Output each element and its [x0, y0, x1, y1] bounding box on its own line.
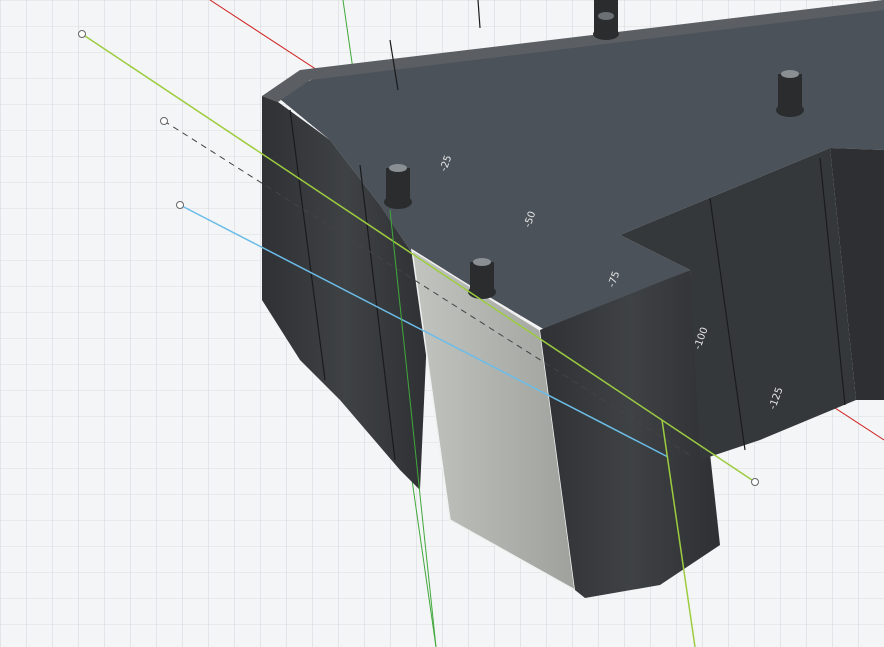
- boss-1: [593, 0, 619, 40]
- sketch-point-2: [160, 117, 168, 125]
- sketch-point-3: [176, 201, 184, 209]
- boss-3: [384, 164, 412, 209]
- 3d-viewport[interactable]: -25 -50 -75 -100 -125: [0, 0, 884, 647]
- viewport-canvas[interactable]: -25 -50 -75 -100 -125: [0, 0, 884, 647]
- sketch-point-1: [78, 30, 86, 38]
- boss-2: [776, 70, 804, 117]
- sketch-point-4: [751, 478, 759, 486]
